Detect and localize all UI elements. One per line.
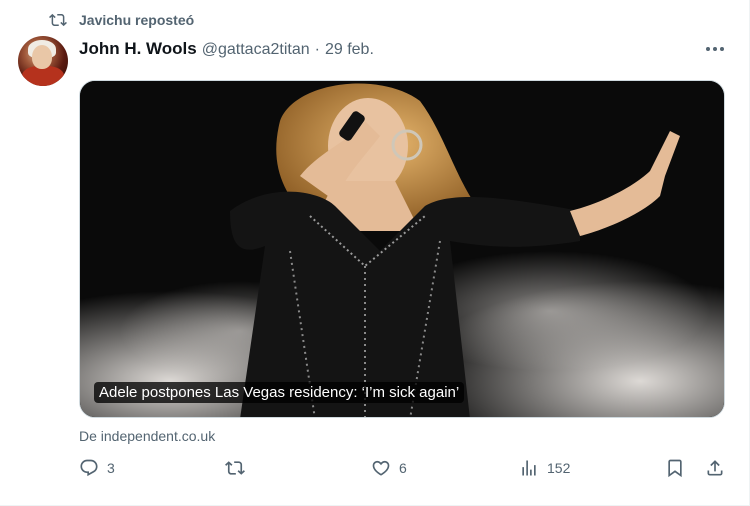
author-name[interactable]: John H. Wools xyxy=(79,39,197,59)
share-icon xyxy=(707,460,723,476)
views-count: 152 xyxy=(547,460,571,476)
bookmark-button[interactable] xyxy=(665,458,685,478)
repost-indicator[interactable]: Javichu reposteó xyxy=(49,11,194,29)
repost-label: Javichu reposteó xyxy=(79,12,195,28)
card-image xyxy=(80,81,724,417)
header-separator: · xyxy=(314,41,320,58)
heart-icon xyxy=(372,460,390,476)
link-card[interactable]: Adele postpones Las Vegas residency: ‘I’… xyxy=(79,80,725,418)
repost-icon xyxy=(225,461,245,475)
like-count: 6 xyxy=(399,460,407,476)
post-header: John H. Wools @gattaca2titan · 29 feb. xyxy=(79,39,374,59)
reply-count: 3 xyxy=(107,460,115,476)
views-chart-icon xyxy=(522,460,536,476)
more-icon xyxy=(706,47,710,51)
card-source[interactable]: De independent.co.uk xyxy=(79,428,215,444)
share-button[interactable] xyxy=(705,458,725,478)
card-title: Adele postpones Las Vegas residency: ‘I’… xyxy=(94,382,465,403)
more-options-button[interactable] xyxy=(703,38,727,60)
bookmark-icon xyxy=(668,459,682,478)
action-bar: 3 6 152 xyxy=(79,458,727,484)
repost-button[interactable] xyxy=(225,458,253,478)
author-handle[interactable]: @gattaca2titan xyxy=(202,41,310,59)
views-button[interactable]: 152 xyxy=(519,458,570,478)
repost-icon xyxy=(49,13,67,27)
reply-button[interactable]: 3 xyxy=(79,458,115,478)
post-date[interactable]: 29 feb. xyxy=(325,41,374,59)
like-button[interactable]: 6 xyxy=(371,458,407,478)
avatar[interactable] xyxy=(18,36,68,86)
reply-icon xyxy=(80,459,98,477)
